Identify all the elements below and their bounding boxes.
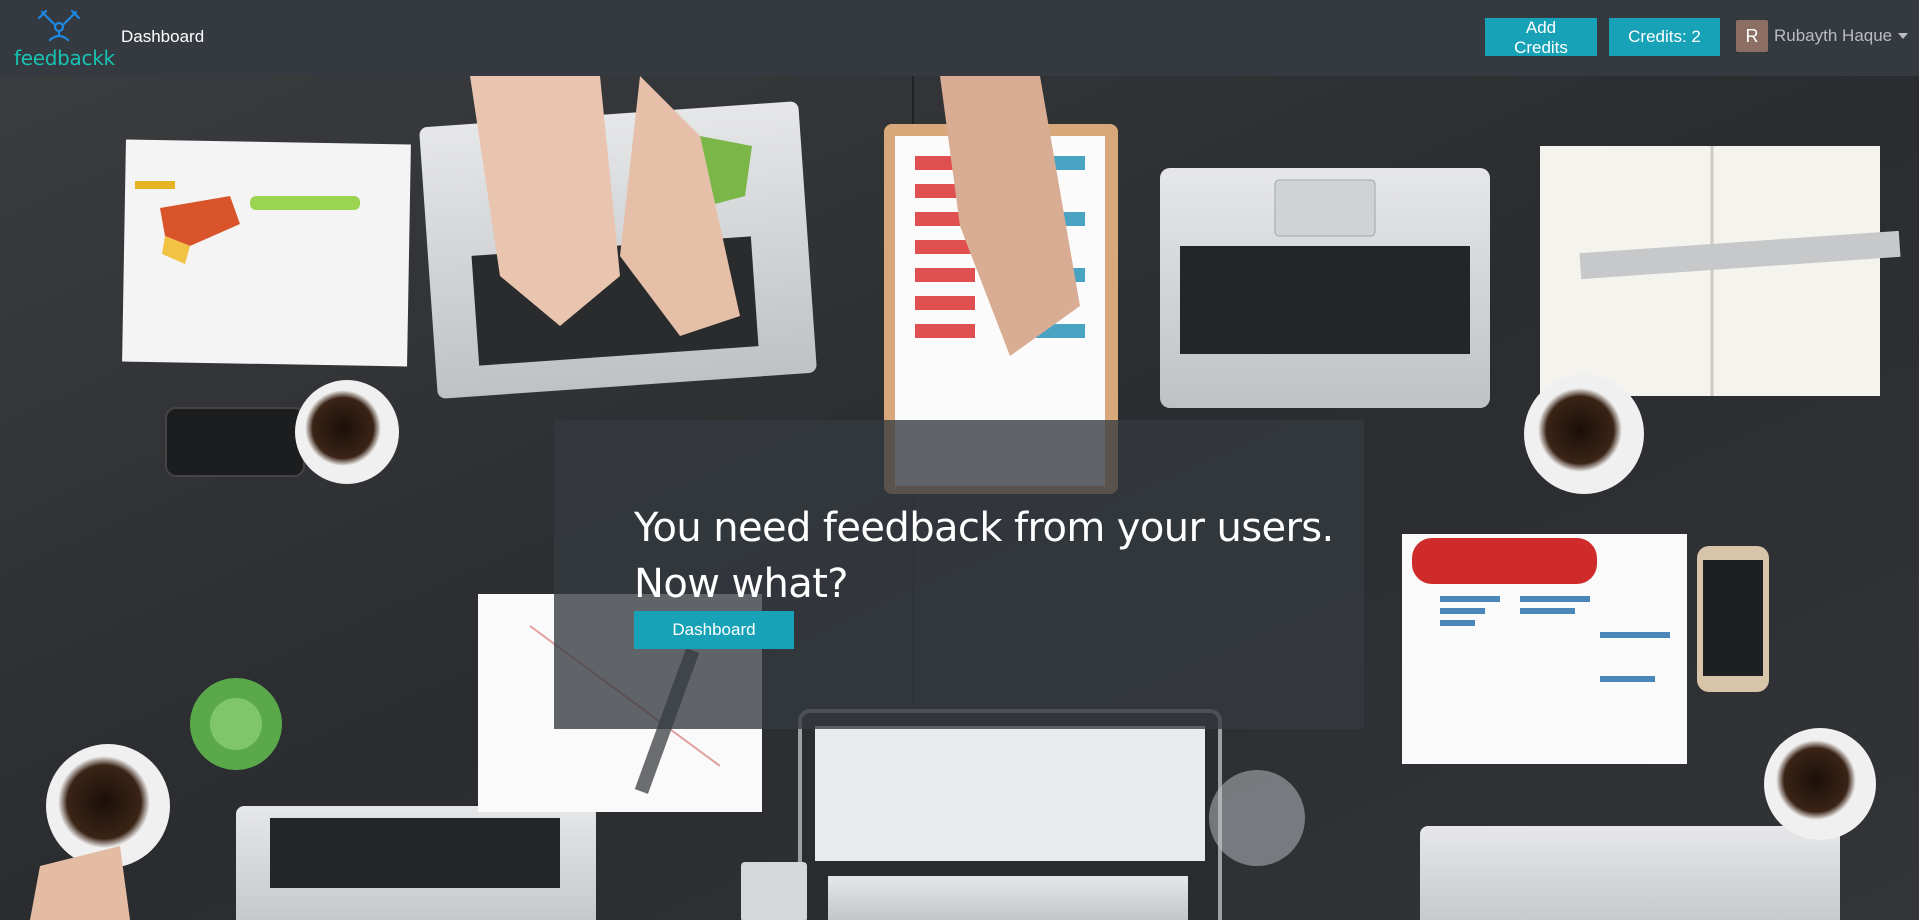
add-credits-button[interactable]: Add Credits (1485, 18, 1597, 57)
dashboard-button[interactable]: Dashboard (634, 611, 794, 649)
hero-jumbotron: You need feedback from your users. Now w… (554, 420, 1364, 729)
user-menu-toggle[interactable]: R Rubayth Haque (1736, 19, 1909, 53)
credits-button[interactable]: Credits: 2 (1609, 18, 1720, 56)
hero-section: You need feedback from your users. Now w… (0, 76, 1919, 920)
user-name: Rubayth Haque (1774, 26, 1893, 45)
top-navbar: feedbackk Dashboard Add Credits Credits:… (0, 0, 1919, 76)
feedback-logo-icon (37, 9, 81, 42)
hero-headline: You need feedback from your users. Now w… (634, 505, 1334, 607)
brand-logo[interactable]: feedbackk (14, 8, 115, 70)
chevron-down-icon (1898, 33, 1909, 39)
nav-link-dashboard[interactable]: Dashboard (121, 27, 204, 47)
avatar: R (1736, 20, 1768, 52)
brand-name: feedbackk (14, 46, 115, 70)
